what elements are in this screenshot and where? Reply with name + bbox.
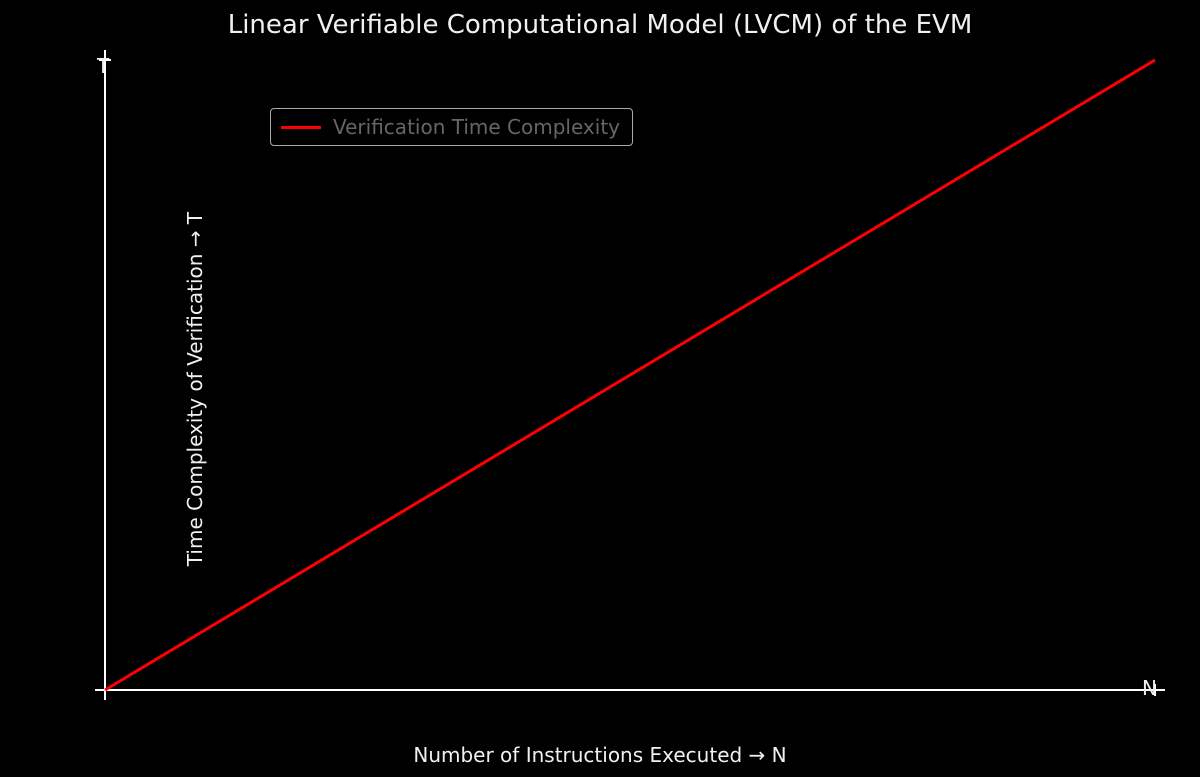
chart-title: Linear Verifiable Computational Model (L…	[0, 10, 1200, 40]
plot-area: T N Verification Time Complexity	[95, 50, 1165, 700]
y-axis-end-label: T	[97, 54, 109, 78]
chart-container: Linear Verifiable Computational Model (L…	[0, 0, 1200, 777]
x-axis-label: Number of Instructions Executed → N	[0, 743, 1200, 767]
x-axis-end-label: N	[1142, 676, 1157, 700]
legend-label: Verification Time Complexity	[333, 115, 620, 139]
legend-swatch	[281, 126, 321, 129]
legend: Verification Time Complexity	[270, 108, 633, 146]
series-line	[105, 60, 1155, 690]
chart-svg	[95, 50, 1165, 700]
